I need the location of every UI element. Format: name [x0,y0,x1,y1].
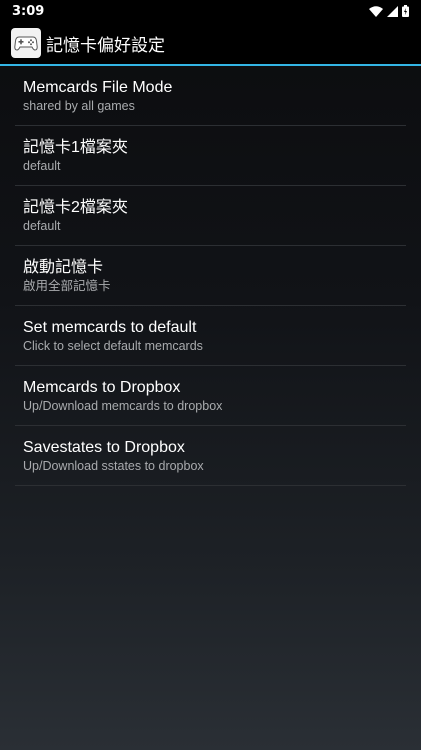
status-bar: 3:09 [0,0,421,22]
pref-set-memcards-default[interactable]: Set memcards to default Click to select … [15,306,406,366]
pref-savestates-dropbox[interactable]: Savestates to Dropbox Up/Download sstate… [15,426,406,486]
pref-enable-memcards[interactable]: 啟動記憶卡 啟用全部記憶卡 [15,246,406,306]
pref-title: Savestates to Dropbox [23,438,185,456]
pref-memcards-file-mode[interactable]: Memcards File Mode shared by all games [15,66,406,126]
pref-summary: shared by all games [23,98,135,113]
pref-memcards-dropbox[interactable]: Memcards to Dropbox Up/Download memcards… [15,366,406,426]
wifi-icon [369,5,383,17]
pref-summary: Up/Download memcards to dropbox [23,398,223,413]
pref-summary: default [23,158,61,173]
pref-title: Set memcards to default [23,318,197,336]
pref-title: 記憶卡2檔案夾 [23,198,128,216]
pref-memcard1-folder[interactable]: 記憶卡1檔案夾 default [15,126,406,186]
pref-summary: Up/Download sstates to dropbox [23,458,204,473]
pref-summary: Click to select default memcards [23,338,203,353]
action-bar: 記憶卡偏好設定 [0,22,421,66]
preference-list: Memcards File Mode shared by all games 記… [0,66,421,486]
status-icons [369,5,409,17]
status-time: 3:09 [12,3,45,19]
pref-title: Memcards to Dropbox [23,378,181,396]
signal-icon [387,5,398,17]
pref-summary: 啟用全部記憶卡 [23,278,111,293]
gamepad-icon[interactable] [11,28,41,58]
page-title: 記憶卡偏好設定 [46,35,165,56]
pref-title: 記憶卡1檔案夾 [23,138,128,156]
pref-title: Memcards File Mode [23,78,173,96]
battery-icon [402,5,409,17]
pref-memcard2-folder[interactable]: 記憶卡2檔案夾 default [15,186,406,246]
pref-title: 啟動記憶卡 [23,258,104,276]
pref-summary: default [23,218,61,233]
